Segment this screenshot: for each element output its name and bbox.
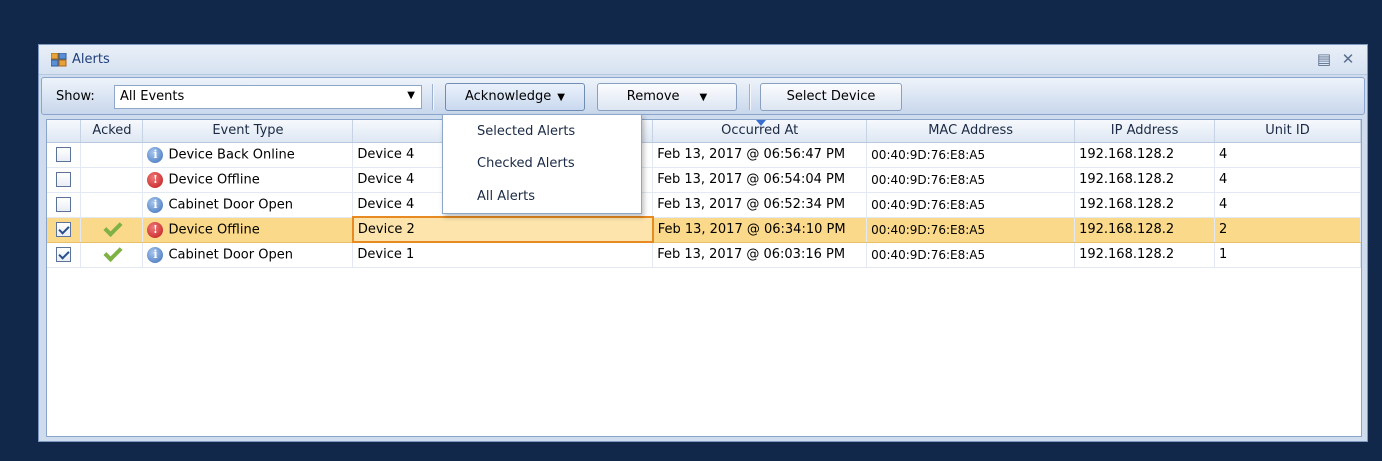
row-checkbox-cell[interactable] bbox=[47, 242, 82, 268]
unit-id-cell: 4 bbox=[1214, 192, 1361, 218]
show-filter-select[interactable]: All Events ▼ bbox=[114, 85, 422, 109]
alerts-window: Alerts ▤ ✕ Show: All Events ▼ Acknowledg… bbox=[38, 44, 1368, 442]
acknowledged-check-icon bbox=[102, 246, 122, 260]
mac-address-cell: 00:40:9D:76:E8:A5 bbox=[866, 167, 1076, 193]
remove-label: Remove bbox=[626, 89, 680, 104]
event-type-cell: ! Device Offline bbox=[142, 217, 354, 243]
event-type-text: Cabinet Door Open bbox=[168, 247, 293, 262]
acked-cell bbox=[80, 142, 144, 168]
table-row[interactable]: i Cabinet Door Open Device 4 Feb 13, 2017 @… bbox=[47, 192, 1361, 218]
unit-id-cell: 1 bbox=[1214, 242, 1361, 268]
table-row[interactable]: ! Device Offline Device 2 Feb 13, 2017 @ 06… bbox=[47, 216, 1361, 243]
occurred-at-cell: Feb 13, 2017 @ 06:03:16 PM bbox=[652, 242, 868, 268]
info-icon: i bbox=[147, 146, 164, 163]
menu-item-checked-alerts[interactable]: Checked Alerts bbox=[477, 156, 575, 171]
event-type-cell: i Device Back Online bbox=[142, 142, 354, 168]
column-header-check[interactable] bbox=[47, 120, 82, 143]
restore-icon[interactable]: ▤ bbox=[1315, 50, 1333, 68]
occurred-at-cell: Feb 13, 2017 @ 06:54:04 PM bbox=[652, 167, 868, 193]
select-device-button[interactable]: Select Device bbox=[760, 83, 902, 111]
column-header-event-type[interactable]: Event Type bbox=[142, 120, 354, 143]
ip-address-cell: 192.168.128.2 bbox=[1074, 142, 1216, 168]
unit-id-cell: 2 bbox=[1214, 217, 1361, 243]
menu-item-selected-alerts[interactable]: Selected Alerts bbox=[477, 124, 575, 139]
event-type-cell: i Cabinet Door Open bbox=[142, 242, 354, 268]
alerts-table: Acked Event Type Occurred At MAC Address… bbox=[47, 120, 1361, 268]
toolbar: Show: All Events ▼ Acknowledge ▼ Remove ▼ … bbox=[41, 77, 1365, 115]
acked-cell bbox=[80, 167, 144, 193]
row-checkbox-cell[interactable] bbox=[47, 217, 82, 243]
column-header-unit-id[interactable]: Unit ID bbox=[1214, 120, 1361, 143]
acked-cell bbox=[80, 217, 144, 243]
title-bar: Alerts ▤ ✕ bbox=[39, 45, 1367, 75]
acked-cell bbox=[80, 192, 144, 218]
close-icon[interactable]: ✕ bbox=[1339, 50, 1357, 68]
device-cell[interactable]: Device 1 bbox=[352, 242, 654, 268]
chevron-down-icon: ▼ bbox=[557, 92, 565, 103]
mac-address-cell: 00:40:9D:76:E8:A5 bbox=[866, 217, 1076, 243]
table-row[interactable]: i Cabinet Door Open Device 1 Feb 13, 2017 @… bbox=[47, 242, 1361, 268]
toolbar-separator bbox=[749, 84, 750, 110]
occurred-at-cell: Feb 13, 2017 @ 06:56:47 PM bbox=[652, 142, 868, 168]
error-icon: ! bbox=[147, 221, 164, 238]
table-row[interactable]: i Device Back Online Device 4 Feb 13, 2017 … bbox=[47, 142, 1361, 168]
toolbar-separator bbox=[432, 84, 433, 110]
select-device-label: Select Device bbox=[786, 89, 876, 104]
dropdown-arrow-icon[interactable]: ▼ bbox=[407, 90, 415, 101]
row-checkbox[interactable] bbox=[56, 147, 72, 162]
mac-address-cell: 00:40:9D:76:E8:A5 bbox=[866, 192, 1076, 218]
unit-id-cell: 4 bbox=[1214, 167, 1361, 193]
alerts-grid[interactable]: Acked Event Type Occurred At MAC Address… bbox=[46, 119, 1362, 437]
acked-cell bbox=[80, 242, 144, 268]
ip-address-cell: 192.168.128.2 bbox=[1074, 242, 1216, 268]
occurred-at-cell: Feb 13, 2017 @ 06:52:34 PM bbox=[652, 192, 868, 218]
info-icon: i bbox=[147, 196, 164, 213]
ip-address-cell: 192.168.128.2 bbox=[1074, 192, 1216, 218]
menu-item-all-alerts[interactable]: All Alerts bbox=[477, 189, 535, 204]
row-checkbox[interactable] bbox=[56, 197, 72, 212]
row-checkbox[interactable] bbox=[56, 172, 72, 187]
event-type-cell: ! Device Offline bbox=[142, 167, 354, 193]
event-type-text: Device Back Online bbox=[168, 147, 295, 162]
row-checkbox-cell[interactable] bbox=[47, 192, 82, 218]
acknowledged-check-icon bbox=[102, 221, 122, 235]
show-label: Show: bbox=[56, 89, 95, 104]
show-filter-value: All Events bbox=[120, 89, 185, 104]
event-type-text: Device Offline bbox=[168, 222, 260, 237]
ip-address-cell: 192.168.128.2 bbox=[1074, 167, 1216, 193]
unit-id-cell: 4 bbox=[1214, 142, 1361, 168]
event-type-cell: i Cabinet Door Open bbox=[142, 192, 354, 218]
occurred-at-cell: Feb 13, 2017 @ 06:34:10 PM bbox=[652, 217, 868, 243]
chevron-down-icon: ▼ bbox=[699, 92, 708, 103]
row-checkbox[interactable] bbox=[56, 247, 72, 262]
column-header-acked[interactable]: Acked bbox=[80, 120, 144, 143]
sort-descending-icon bbox=[756, 120, 766, 126]
table-row[interactable]: ! Device Offline Device 4 Feb 13, 2017 @ 06… bbox=[47, 167, 1361, 193]
event-type-text: Cabinet Door Open bbox=[168, 197, 293, 212]
event-type-text: Device Offline bbox=[168, 172, 260, 187]
row-checkbox-cell[interactable] bbox=[47, 142, 82, 168]
ip-address-cell: 192.168.128.2 bbox=[1074, 217, 1216, 243]
acknowledge-label: Acknowledge bbox=[465, 89, 552, 104]
acknowledge-button[interactable]: Acknowledge ▼ bbox=[445, 83, 585, 111]
column-header-ip-address[interactable]: IP Address bbox=[1074, 120, 1216, 143]
error-icon: ! bbox=[147, 171, 164, 188]
row-checkbox[interactable] bbox=[56, 222, 72, 237]
table-header-row: Acked Event Type Occurred At MAC Address… bbox=[47, 120, 1361, 143]
acknowledge-menu: Selected Alerts Checked Alerts All Alert… bbox=[442, 114, 642, 214]
mac-address-cell: 00:40:9D:76:E8:A5 bbox=[866, 242, 1076, 268]
row-checkbox-cell[interactable] bbox=[47, 167, 82, 193]
window-title: Alerts bbox=[72, 52, 110, 67]
remove-button[interactable]: Remove ▼ bbox=[597, 83, 737, 111]
column-header-mac-address[interactable]: MAC Address bbox=[866, 120, 1076, 143]
device-cell[interactable]: Device 2 bbox=[351, 216, 654, 243]
info-icon: i bbox=[147, 246, 164, 263]
mac-address-cell: 00:40:9D:76:E8:A5 bbox=[866, 142, 1076, 168]
alerts-app-icon bbox=[51, 53, 67, 67]
